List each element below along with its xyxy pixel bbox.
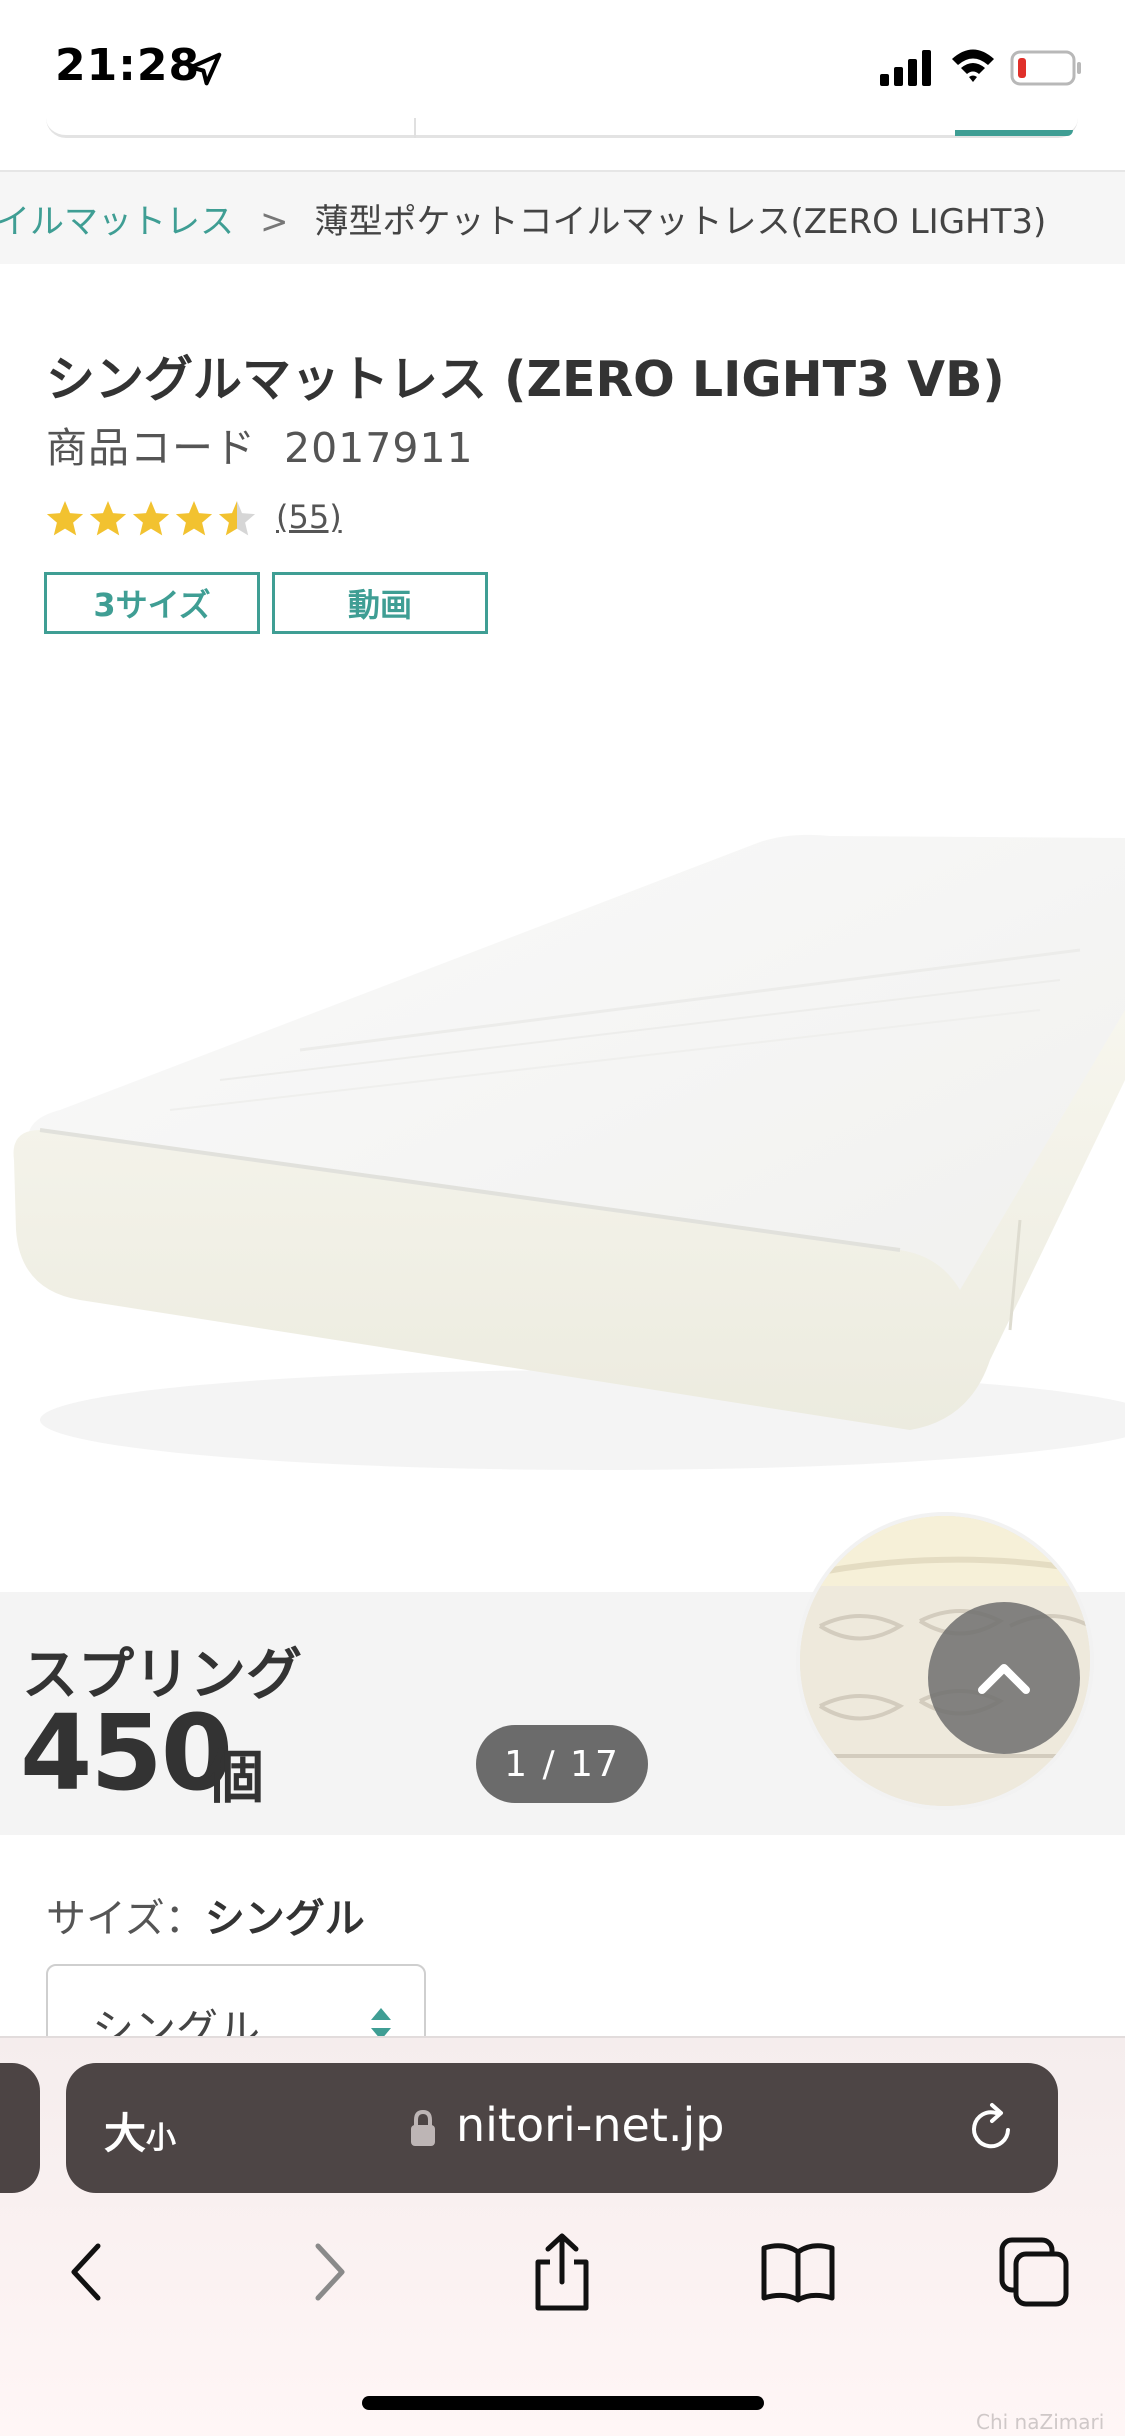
text-size-button[interactable]: 大小 — [104, 2100, 176, 2161]
breadcrumb: イルマットレス > 薄型ポケットコイルマットレス(ZERO LIGHT3) — [0, 170, 1125, 264]
product-title: シングルマットレス (ZERO LIGHT3 VB) — [46, 351, 1005, 408]
text-size-large: 大 — [104, 2109, 147, 2158]
mattress-photo — [13, 834, 1125, 1470]
header-search-edge — [46, 100, 1078, 138]
size-label: サイズ： — [46, 1896, 205, 1942]
header-divider — [414, 118, 416, 138]
chevron-up-icon — [978, 1664, 1030, 1694]
url-text[interactable]: nitori-net.jp — [456, 2098, 725, 2152]
reload-icon[interactable] — [966, 2100, 1018, 2156]
battery-low-icon — [1010, 50, 1081, 86]
spring-unit: 個 — [206, 1743, 265, 1811]
forward-button[interactable] — [290, 2232, 370, 2312]
cellular-signal-icon — [880, 50, 931, 86]
bookmarks-button[interactable] — [758, 2232, 838, 2312]
back-button[interactable] — [46, 2232, 126, 2312]
tag-sizes[interactable]: 3サイズ — [44, 572, 260, 634]
status-time: 21:28 — [55, 40, 201, 91]
location-arrow-icon — [188, 52, 222, 86]
wifi-icon — [952, 49, 994, 82]
book-icon — [761, 2243, 835, 2303]
star-icon — [132, 501, 170, 536]
watermark: Chi naZimari — [976, 2410, 1105, 2434]
share-button[interactable] — [522, 2232, 602, 2312]
review-count-link[interactable]: (55) — [276, 498, 342, 536]
header-accent-bar — [955, 130, 1073, 136]
star-icon — [89, 501, 127, 536]
text-size-small: 小 — [146, 2121, 177, 2156]
previous-tab-peek[interactable] — [0, 2063, 40, 2193]
product-code-label: 商品コード — [46, 424, 256, 472]
breadcrumb-link-category[interactable]: イルマットレス — [0, 202, 234, 242]
scroll-to-top-button[interactable] — [928, 1602, 1080, 1754]
star-icon — [218, 501, 256, 536]
product-code-value: 2017911 — [284, 424, 474, 472]
gallery-page-indicator: 1 / 17 — [476, 1725, 648, 1803]
tabs-button[interactable] — [994, 2232, 1074, 2312]
chevron-left-icon — [71, 2243, 101, 2301]
star-icon — [175, 501, 213, 536]
rating-stars — [46, 501, 256, 536]
chevron-right-icon — [315, 2243, 345, 2301]
product-code: 商品コード 2017911 — [46, 414, 474, 474]
tabs-icon — [999, 2237, 1069, 2307]
spring-count: 450 — [20, 1692, 233, 1814]
share-icon — [535, 2233, 589, 2311]
breadcrumb-separator: > — [260, 202, 289, 242]
breadcrumb-current: 薄型ポケットコイルマットレス(ZERO LIGHT3) — [314, 202, 1047, 242]
lock-icon — [411, 2109, 435, 2146]
size-selected-value: シングル — [204, 1896, 365, 1942]
star-icon — [46, 501, 84, 536]
tag-video[interactable]: 動画 — [272, 572, 488, 634]
home-indicator[interactable] — [362, 2396, 764, 2410]
size-selection-row: サイズ：シングル — [46, 1886, 365, 1944]
